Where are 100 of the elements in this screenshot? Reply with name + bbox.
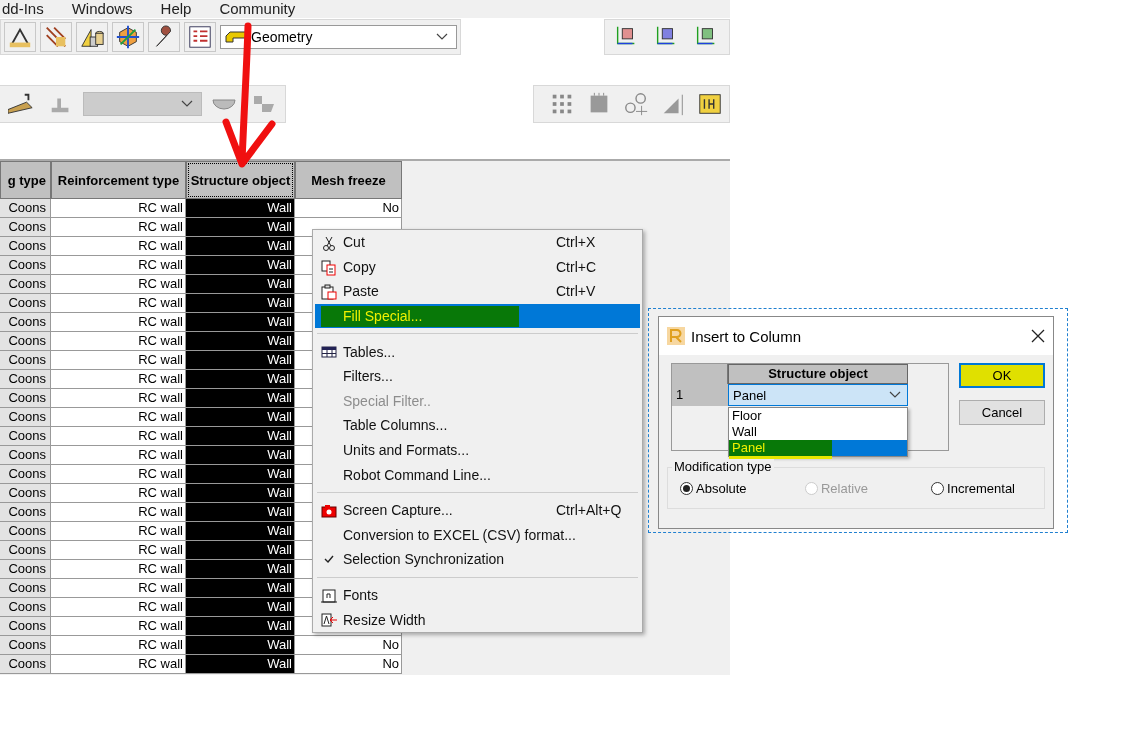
view-dropdown[interactable]: Geometry [220,25,457,49]
table-cell: Wall [186,237,295,256]
table-cell: Coons [0,503,51,522]
ok-button[interactable]: OK [959,363,1045,388]
dropdown-option[interactable]: Wall [729,424,907,440]
table-cell: Wall [186,199,295,218]
table-cell: Wall [186,427,295,446]
table-cell: Coons [0,617,51,636]
beam-icon [8,91,34,117]
radio-option[interactable]: Absolute [680,480,781,496]
menu-item[interactable]: Table Columns... [315,413,640,438]
menu-item[interactable]: Help [158,0,194,18]
table-cell: RC wall [51,503,186,522]
hatch-icon [43,24,69,50]
table-icon [321,344,337,361]
dropdown-option[interactable]: Floor [729,408,907,424]
chevron-down-icon [181,100,193,108]
menu-item[interactable]: dd-Ins [0,0,46,18]
table-cell: Coons [0,332,51,351]
table-cell: Coons [0,541,51,560]
menu-item[interactable]: Cut Ctrl+X [315,230,640,255]
close-icon[interactable] [1031,329,1045,343]
table-cell: No [295,199,402,218]
table-cell: Wall [186,351,295,370]
cancel-button[interactable]: Cancel [959,400,1045,425]
table-cell: Coons [0,199,51,218]
group-label: Modification type [672,459,774,474]
menu-item[interactable]: Tables... [315,339,640,364]
table-cell: RC wall [51,237,186,256]
menu-item[interactable]: Windows [69,0,135,18]
table-cell: Wall [186,579,295,598]
toolbar-button[interactable] [184,22,216,52]
table-cell: Wall [186,332,295,351]
menu-item[interactable]: Fill Special... [315,303,640,329]
column-header[interactable]: Structure object [186,161,295,199]
table-cell: Coons [0,351,51,370]
table-cell: RC wall [51,218,186,237]
menu-item[interactable]: Filters... [315,363,640,389]
table-cell: RC wall [51,389,186,408]
table-cell: RC wall [51,256,186,275]
table-cell: Wall [186,256,295,275]
table-cell: RC wall [51,522,186,541]
font-icon [321,587,337,604]
dropdown-option[interactable]: Panel [729,440,907,456]
menu-item[interactable]: Resize Width [315,607,640,632]
table-cell: RC wall [51,370,186,389]
toolbar-button[interactable] [4,22,36,52]
table-cell: Coons [0,598,51,617]
beam-icon [225,31,247,43]
table-cell: Coons [0,256,51,275]
table-cell: RC wall [51,484,186,503]
table-cell: Wall [186,503,295,522]
table-cell: Coons [0,560,51,579]
menu-item[interactable]: Selection Synchronization [315,547,640,572]
table-cell: Coons [0,218,51,237]
column-header[interactable]: g type [0,161,51,199]
row-number: 1 [672,384,728,406]
table-cell: Coons [0,370,51,389]
table-cell: Coons [0,636,51,655]
menu-item[interactable]: Screen Capture... Ctrl+Alt+Q [315,497,640,523]
menu-item[interactable]: Conversion to EXCEL (CSV) format... [315,522,640,548]
menu-item[interactable]: Units and Formats... [315,437,640,463]
table-cell: RC wall [51,655,186,674]
table-cell: RC wall [51,294,186,313]
list-icon [187,24,213,50]
table-cell: Coons [0,275,51,294]
table-cell: RC wall [51,332,186,351]
toolbar-button[interactable] [112,22,144,52]
text-frame-icon [696,91,723,117]
corner-cell [672,364,728,384]
radio-option[interactable]: Incremental [931,480,1032,496]
table-cell: Coons [0,389,51,408]
table-cell: Wall [186,408,295,427]
menu-item[interactable]: Fonts [315,582,640,608]
table-cell: RC wall [51,427,186,446]
column-header[interactable]: Mesh freeze [295,161,402,199]
menu-item[interactable]: Copy Ctrl+C [315,254,640,280]
table-cell: Wall [186,313,295,332]
app-logo-icon [667,327,685,345]
cup-icon [253,95,275,113]
table-cell: Coons [0,408,51,427]
menu-item[interactable]: Robot Command Line... [315,462,640,487]
column-header[interactable]: Reinforcement type [51,161,186,199]
table-cell: Wall [186,294,295,313]
value-dropdown[interactable]: Panel [728,384,908,406]
toolbar-button[interactable] [148,22,180,52]
menu-item[interactable]: Community [217,0,298,18]
table-cell: Wall [186,465,295,484]
bowl-icon [212,98,236,110]
table-cell: Coons [0,237,51,256]
table-cell: Coons [0,522,51,541]
table-cell: RC wall [51,313,186,332]
table-cell: RC wall [51,541,186,560]
table-cell: Coons [0,655,51,674]
menu-item[interactable]: Paste Ctrl+V [315,279,640,304]
table-cell: RC wall [51,617,186,636]
table-cell: RC wall [51,275,186,294]
table-cell: Coons [0,484,51,503]
toolbar-button[interactable] [40,22,72,52]
toolbar-button[interactable] [76,22,108,52]
